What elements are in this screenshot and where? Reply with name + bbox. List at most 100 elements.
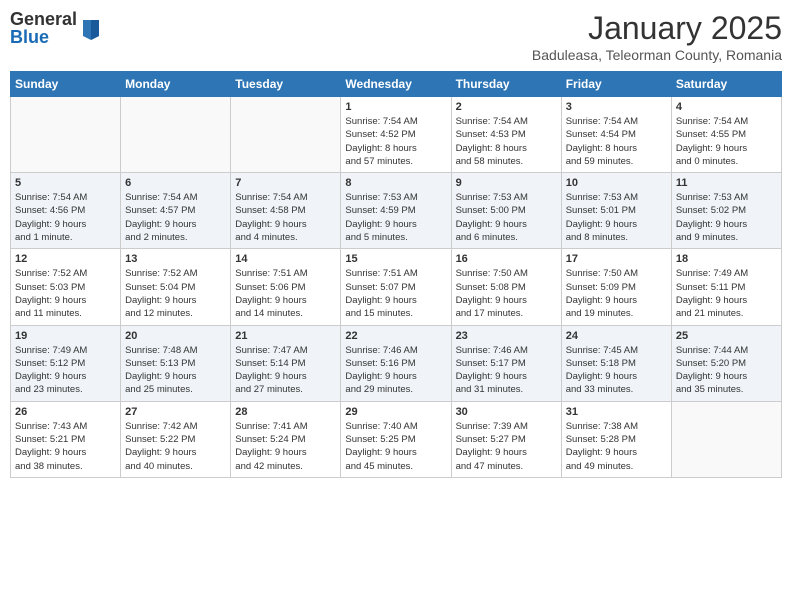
day-number: 1 [345,101,446,113]
day-number: 3 [566,101,667,113]
day-number: 10 [566,177,667,189]
logo-general-text: General [10,10,77,28]
calendar-cell: 25 Sunrise: 7:44 AM Sunset: 5:20 PM Dayli… [671,325,781,401]
day-number: 29 [345,406,446,418]
day-info: Sunrise: 7:46 AM Sunset: 5:16 PM Dayligh… [345,344,446,397]
calendar-cell: 14 Sunrise: 7:51 AM Sunset: 5:06 PM Dayli… [231,249,341,325]
day-info: Sunrise: 7:53 AM Sunset: 4:59 PM Dayligh… [345,191,446,244]
day-info: Sunrise: 7:51 AM Sunset: 5:07 PM Dayligh… [345,267,446,320]
day-info: Sunrise: 7:40 AM Sunset: 5:25 PM Dayligh… [345,420,446,473]
calendar-cell: 20 Sunrise: 7:48 AM Sunset: 5:13 PM Dayli… [121,325,231,401]
day-number: 6 [125,177,226,189]
weekday-header-thursday: Thursday [451,72,561,97]
day-number: 22 [345,330,446,342]
calendar-cell: 17Sunrise: 7:50 AM Sunset: 5:09 PM Dayli… [561,249,671,325]
day-info: Sunrise: 7:51 AM Sunset: 5:06 PM Dayligh… [235,267,336,320]
day-info: Sunrise: 7:52 AM Sunset: 5:03 PM Dayligh… [15,267,116,320]
day-info: Sunrise: 7:54 AM Sunset: 4:54 PM Dayligh… [566,115,667,168]
day-number: 17 [566,253,667,265]
calendar-cell: 26Sunrise: 7:43 AM Sunset: 5:21 PM Dayli… [11,401,121,477]
weekday-header-saturday: Saturday [671,72,781,97]
calendar-cell: 4Sunrise: 7:54 AM Sunset: 4:55 PM Daylig… [671,97,781,173]
day-number: 19 [15,330,116,342]
day-info: Sunrise: 7:39 AM Sunset: 5:27 PM Dayligh… [456,420,557,473]
day-info: Sunrise: 7:44 AM Sunset: 5:20 PM Dayligh… [676,344,777,397]
calendar-cell: 1 Sunrise: 7:54 AM Sunset: 4:52 PM Daylig… [341,97,451,173]
day-number: 27 [125,406,226,418]
day-info: Sunrise: 7:42 AM Sunset: 5:22 PM Dayligh… [125,420,226,473]
day-number: 14 [235,253,336,265]
calendar-cell: 13Sunrise: 7:52 AM Sunset: 5:04 PM Dayli… [121,249,231,325]
calendar-cell: 12 Sunrise: 7:52 AM Sunset: 5:03 PM Dayli… [11,249,121,325]
calendar-week-5: 26Sunrise: 7:43 AM Sunset: 5:21 PM Dayli… [11,401,782,477]
calendar-cell: 16 Sunrise: 7:50 AM Sunset: 5:08 PM Dayli… [451,249,561,325]
day-info: Sunrise: 7:54 AM Sunset: 4:57 PM Dayligh… [125,191,226,244]
day-number: 20 [125,330,226,342]
day-info: Sunrise: 7:41 AM Sunset: 5:24 PM Dayligh… [235,420,336,473]
day-info: Sunrise: 7:46 AM Sunset: 5:17 PM Dayligh… [456,344,557,397]
day-number: 9 [456,177,557,189]
day-number: 18 [676,253,777,265]
weekday-header-wednesday: Wednesday [341,72,451,97]
calendar-cell: 28Sunrise: 7:41 AM Sunset: 5:24 PM Dayli… [231,401,341,477]
weekday-header-sunday: Sunday [11,72,121,97]
title-section: January 2025 Baduleasa, Teleorman County… [532,10,782,63]
day-number: 7 [235,177,336,189]
day-info: Sunrise: 7:38 AM Sunset: 5:28 PM Dayligh… [566,420,667,473]
calendar-cell: 10 Sunrise: 7:53 AM Sunset: 5:01 PM Dayli… [561,173,671,249]
weekday-header-tuesday: Tuesday [231,72,341,97]
logo-blue-text: Blue [10,28,77,46]
day-number: 30 [456,406,557,418]
day-number: 21 [235,330,336,342]
calendar-cell [121,97,231,173]
calendar-cell: 3 Sunrise: 7:54 AM Sunset: 4:54 PM Daylig… [561,97,671,173]
day-info: Sunrise: 7:47 AM Sunset: 5:14 PM Dayligh… [235,344,336,397]
day-number: 23 [456,330,557,342]
calendar-cell: 29 Sunrise: 7:40 AM Sunset: 5:25 PM Dayli… [341,401,451,477]
day-number: 5 [15,177,116,189]
location-text: Baduleasa, Teleorman County, Romania [532,47,782,63]
weekday-header-row: SundayMondayTuesdayWednesdayThursdayFrid… [11,72,782,97]
calendar-week-3: 12 Sunrise: 7:52 AM Sunset: 5:03 PM Dayli… [11,249,782,325]
day-info: Sunrise: 7:49 AM Sunset: 5:11 PM Dayligh… [676,267,777,320]
calendar-cell: 18 Sunrise: 7:49 AM Sunset: 5:11 PM Dayli… [671,249,781,325]
day-info: Sunrise: 7:49 AM Sunset: 5:12 PM Dayligh… [15,344,116,397]
day-number: 15 [345,253,446,265]
day-number: 2 [456,101,557,113]
calendar-cell [671,401,781,477]
calendar-cell [11,97,121,173]
day-info: Sunrise: 7:53 AM Sunset: 5:02 PM Dayligh… [676,191,777,244]
day-info: Sunrise: 7:53 AM Sunset: 5:00 PM Dayligh… [456,191,557,244]
calendar-cell: 23 Sunrise: 7:46 AM Sunset: 5:17 PM Dayli… [451,325,561,401]
weekday-header-monday: Monday [121,72,231,97]
day-info: Sunrise: 7:53 AM Sunset: 5:01 PM Dayligh… [566,191,667,244]
day-info: Sunrise: 7:50 AM Sunset: 5:08 PM Dayligh… [456,267,557,320]
day-info: Sunrise: 7:54 AM Sunset: 4:53 PM Dayligh… [456,115,557,168]
calendar-cell: 5 Sunrise: 7:54 AM Sunset: 4:56 PM Daylig… [11,173,121,249]
day-info: Sunrise: 7:54 AM Sunset: 4:58 PM Dayligh… [235,191,336,244]
logo: General Blue [10,10,101,46]
day-info: Sunrise: 7:54 AM Sunset: 4:52 PM Dayligh… [345,115,446,168]
day-number: 13 [125,253,226,265]
calendar-cell: 30 Sunrise: 7:39 AM Sunset: 5:27 PM Dayli… [451,401,561,477]
day-number: 8 [345,177,446,189]
day-info: Sunrise: 7:54 AM Sunset: 4:56 PM Dayligh… [15,191,116,244]
calendar-cell: 19 Sunrise: 7:49 AM Sunset: 5:12 PM Dayli… [11,325,121,401]
calendar-week-2: 5 Sunrise: 7:54 AM Sunset: 4:56 PM Daylig… [11,173,782,249]
day-info: Sunrise: 7:48 AM Sunset: 5:13 PM Dayligh… [125,344,226,397]
logo-icon [81,16,101,40]
calendar-week-4: 19 Sunrise: 7:49 AM Sunset: 5:12 PM Dayli… [11,325,782,401]
day-info: Sunrise: 7:45 AM Sunset: 5:18 PM Dayligh… [566,344,667,397]
calendar-cell: 8 Sunrise: 7:53 AM Sunset: 4:59 PM Daylig… [341,173,451,249]
day-number: 4 [676,101,777,113]
calendar-cell: 11 Sunrise: 7:53 AM Sunset: 5:02 PM Dayli… [671,173,781,249]
day-number: 31 [566,406,667,418]
calendar-cell: 7 Sunrise: 7:54 AM Sunset: 4:58 PM Daylig… [231,173,341,249]
calendar-table: SundayMondayTuesdayWednesdayThursdayFrid… [10,71,782,478]
day-number: 25 [676,330,777,342]
weekday-header-friday: Friday [561,72,671,97]
day-number: 16 [456,253,557,265]
day-number: 12 [15,253,116,265]
calendar-cell: 2 Sunrise: 7:54 AM Sunset: 4:53 PM Daylig… [451,97,561,173]
day-number: 11 [676,177,777,189]
